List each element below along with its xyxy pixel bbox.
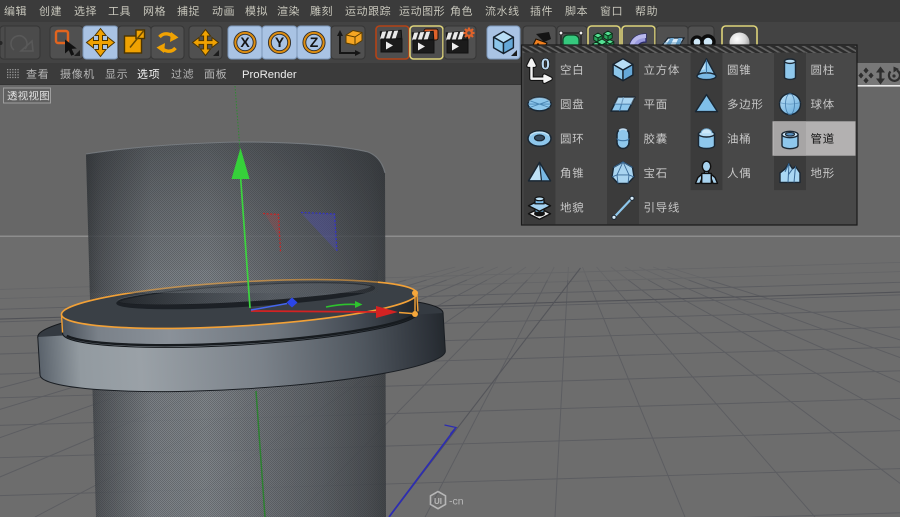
- svg-text:-cn: -cn: [449, 496, 464, 508]
- svg-text:X: X: [240, 34, 250, 50]
- svg-text:UI: UI: [434, 497, 442, 506]
- svg-text:ProRender: ProRender: [242, 69, 297, 81]
- svg-text:Z: Z: [310, 34, 319, 50]
- svg-text:Y: Y: [275, 34, 285, 50]
- svg-text:0: 0: [541, 57, 550, 74]
